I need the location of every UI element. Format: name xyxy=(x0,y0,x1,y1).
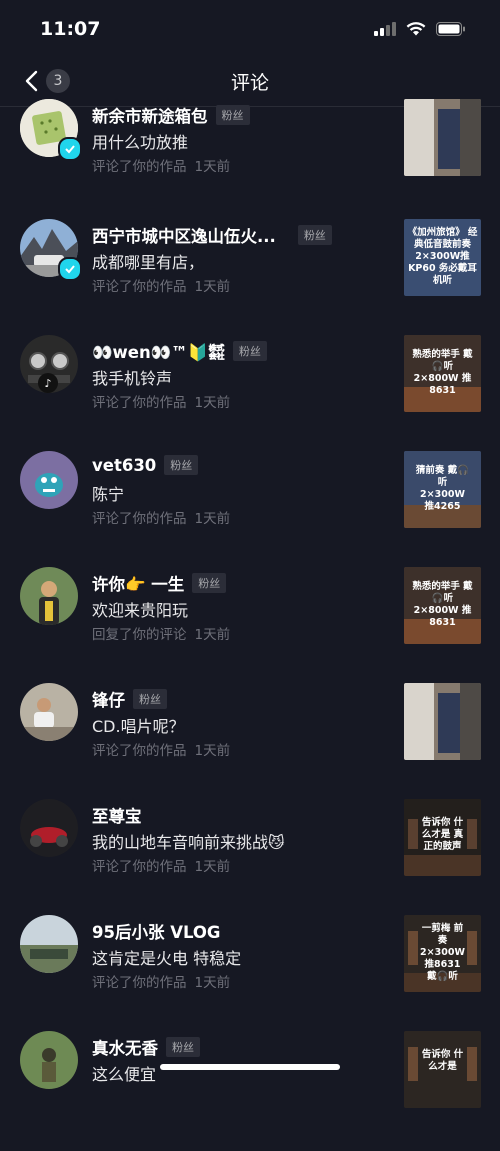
user-name[interactable]: 西宁市城中区逸山伍火... xyxy=(92,223,276,247)
timestamp: 1天前 xyxy=(194,743,231,759)
home-indicator[interactable] xyxy=(160,1064,340,1070)
video-thumbnail[interactable] xyxy=(404,683,481,760)
action-text: 回复了你的评论 xyxy=(92,627,187,643)
video-thumbnail[interactable]: 《加州旅馆》 经典低音鼓前奏 2×300W推KP60 务必戴耳机听 xyxy=(404,219,481,296)
comment-text: 我的山地车音响前来挑战😼 xyxy=(92,833,285,852)
user-name[interactable]: 真水无香 xyxy=(92,1035,158,1059)
video-thumbnail[interactable]: 告诉你 什么才是 xyxy=(404,1031,481,1108)
action-text: 评论了你的作品 xyxy=(92,975,187,991)
user-name[interactable]: 许你👉 一生 xyxy=(92,571,184,595)
fan-badge: 粉丝 xyxy=(133,689,167,709)
verified-icon xyxy=(58,257,82,281)
thumbnail-caption: 告诉你 什么才是 xyxy=(421,1049,464,1072)
comment-text: 这么便宜 xyxy=(92,1065,157,1084)
action-text: 评论了你的作品 xyxy=(92,859,187,875)
avatar[interactable] xyxy=(20,915,78,973)
verified-icon xyxy=(58,137,82,161)
fan-badge: 粉丝 xyxy=(164,455,199,475)
user-name[interactable]: vet630 xyxy=(92,456,156,475)
thumbnail-caption: 熟悉的举手 戴🎧听 2×800W 推8631 xyxy=(412,581,473,628)
fan-badge: 粉丝 xyxy=(192,573,227,593)
list-item[interactable]: 西宁市城中区逸山伍火... 粉丝 成都哪里有店， 评论了你的作品 1天前 《加州旅… xyxy=(0,219,500,335)
list-item[interactable]: 95后小张 VLOG 这肯定是火电 特稳定 评论了你的作品 1天前 一剪梅 前奏 … xyxy=(0,915,500,1031)
comment-text: 用什么功放推 xyxy=(92,133,189,152)
action-text: 评论了你的作品 xyxy=(92,159,187,175)
action-text: 评论了你的作品 xyxy=(92,743,187,759)
user-name[interactable]: 新余市新途箱包 xyxy=(92,103,208,127)
status-time: 11:07 xyxy=(40,18,101,40)
timestamp: 1天前 xyxy=(194,279,231,295)
list-item[interactable]: 锋仔 粉丝 CD.唱片呢？ 评论了你的作品 1天前 xyxy=(0,683,500,799)
status-bar: 11:07 xyxy=(0,0,500,58)
timestamp: 1天前 xyxy=(194,627,231,643)
comment-text: CD.唱片呢？ xyxy=(92,717,185,736)
comment-meta: 评论了你的作品 1天前 xyxy=(92,391,230,411)
timestamp: 1天前 xyxy=(194,511,231,527)
video-thumbnail[interactable] xyxy=(404,99,481,176)
comment-meta: 回复了你的评论 1天前 xyxy=(92,623,230,643)
video-thumbnail[interactable]: 熟悉的举手 戴🎧听 2×800W 推8631 xyxy=(404,335,481,412)
thumbnail-caption: 熟悉的举手 戴🎧听 2×800W 推8631 xyxy=(412,349,473,396)
avatar[interactable] xyxy=(20,567,78,625)
user-name[interactable]: 锋仔 xyxy=(92,687,125,711)
user-name[interactable]: 95后小张 VLOG xyxy=(92,919,220,943)
comment-text: 成都哪里有店， xyxy=(92,253,205,272)
timestamp: 1天前 xyxy=(194,159,231,175)
fan-badge: 粉丝 xyxy=(232,341,267,361)
list-item[interactable]: vet630 粉丝 陈宁 评论了你的作品 1天前 猜前奏 戴🎧听 2×300W 推… xyxy=(0,451,500,567)
list-item[interactable]: 许你👉 一生 粉丝 欢迎来贵阳玩 回复了你的评论 1天前 熟悉的举手 戴🎧听 2×… xyxy=(0,567,500,683)
page-title: 评论 xyxy=(230,72,269,94)
fan-badge: 粉丝 xyxy=(297,225,332,245)
timestamp: 1天前 xyxy=(194,975,231,991)
video-thumbnail[interactable]: 猜前奏 戴🎧听 2×300W 推4265 xyxy=(404,451,481,528)
comment-meta: 评论了你的作品 1天前 xyxy=(92,155,230,175)
video-thumbnail[interactable]: 熟悉的举手 戴🎧听 2×800W 推8631 xyxy=(404,567,481,644)
list-item[interactable]: 至尊宝 我的山地车音响前来挑战😼 评论了你的作品 1天前 告诉你 什么才是 真正的… xyxy=(0,799,500,915)
user-name[interactable]: 👀wen👀™🔰㍿ xyxy=(92,339,225,363)
comment-text: 欢迎来贵阳玩 xyxy=(92,601,189,620)
avatar[interactable] xyxy=(20,799,78,857)
cellular-signal-icon xyxy=(374,22,396,36)
avatar[interactable] xyxy=(20,683,78,741)
thumbnail-caption: 《加州旅馆》 经典低音鼓前奏 2×300W推KP60 务必戴耳机听 xyxy=(407,227,478,286)
comment-meta: 评论了你的作品 1天前 xyxy=(92,507,230,527)
action-text: 评论了你的作品 xyxy=(92,279,187,295)
comment-text: 陈宁 xyxy=(92,485,125,504)
action-text: 评论了你的作品 xyxy=(92,511,187,527)
comment-meta: 评论了你的作品 1天前 xyxy=(92,971,230,991)
video-thumbnail[interactable]: 告诉你 什么才是 真正的鼓声 xyxy=(404,799,481,876)
avatar[interactable] xyxy=(20,451,78,509)
tiktok-icon: ♪ xyxy=(38,373,58,393)
wifi-icon xyxy=(406,22,426,36)
status-icons xyxy=(374,22,466,36)
battery-icon xyxy=(436,22,465,36)
list-item[interactable]: 真水无香 粉丝 这么便宜 告诉你 什么才是 xyxy=(0,1031,500,1147)
user-name[interactable]: 至尊宝 xyxy=(92,803,142,827)
notification-list: 新余市新途箱包 粉丝 用什么功放推 评论了你的作品 1天前 西宁市城中区逸山伍火… xyxy=(0,99,500,1151)
list-item[interactable]: ♪ 👀wen👀™🔰㍿ 粉丝 我手机铃声 评论了你的作品 1天前 熟悉的举手 戴🎧听… xyxy=(0,335,500,451)
fan-badge: 粉丝 xyxy=(166,1037,200,1057)
comment-text: 我手机铃声 xyxy=(92,369,173,388)
action-text: 评论了你的作品 xyxy=(92,395,187,411)
list-item[interactable]: 新余市新途箱包 粉丝 用什么功放推 评论了你的作品 1天前 xyxy=(0,99,500,219)
thumbnail-caption: 一剪梅 前奏 2×300W 推8631 戴🎧听 xyxy=(420,923,465,982)
comment-meta: 评论了你的作品 1天前 xyxy=(92,855,230,875)
fan-badge: 粉丝 xyxy=(215,105,250,125)
avatar[interactable] xyxy=(20,1031,78,1089)
timestamp: 1天前 xyxy=(194,395,231,411)
timestamp: 1天前 xyxy=(194,859,231,875)
comment-meta: 评论了你的作品 1天前 xyxy=(92,275,230,295)
thumbnail-caption: 猜前奏 戴🎧听 2×300W 推4265 xyxy=(415,465,470,512)
video-thumbnail[interactable]: 一剪梅 前奏 2×300W 推8631 戴🎧听 xyxy=(404,915,481,992)
comment-meta: 评论了你的作品 1天前 xyxy=(92,739,230,759)
comment-text: 这肯定是火电 特稳定 xyxy=(92,949,242,968)
thumbnail-caption: 告诉你 什么才是 真正的鼓声 xyxy=(421,817,464,852)
